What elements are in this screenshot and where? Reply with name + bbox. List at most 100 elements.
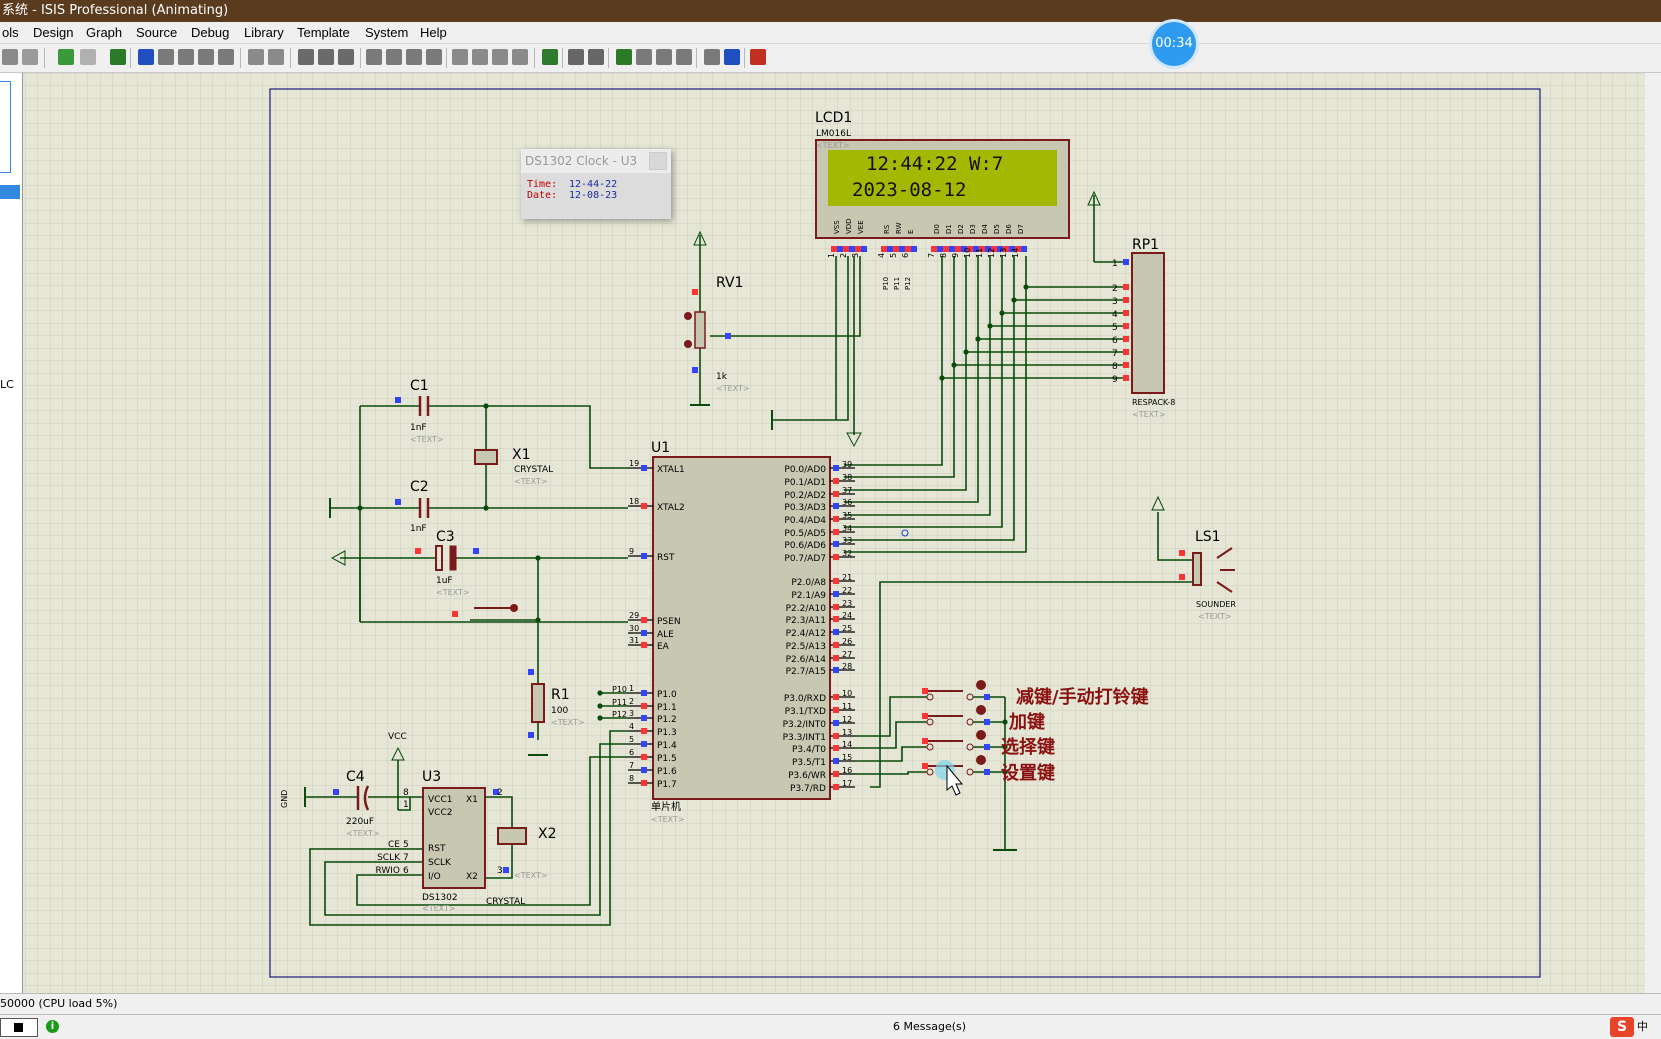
zoom-in-icon[interactable] (158, 49, 174, 65)
search-icon[interactable] (568, 49, 584, 65)
mcu-pin-name: P2.4/A12 (786, 629, 826, 639)
wire (844, 256, 1015, 541)
lcd-pin-number: 8 (939, 253, 948, 258)
junction-dot (535, 555, 541, 561)
wire (485, 844, 513, 879)
lcd-pin-number: 11 (975, 248, 984, 258)
menu-graph[interactable]: Graph (86, 22, 122, 43)
make-device-icon[interactable] (472, 49, 488, 65)
block-delete-icon[interactable] (426, 49, 442, 65)
junction-dot (1002, 744, 1008, 750)
bill-of-materials-icon[interactable] (704, 49, 720, 65)
mcu-pin-number: 31 (629, 636, 639, 645)
zoom-out-icon[interactable] (178, 49, 194, 65)
new-sheet-icon[interactable] (616, 49, 632, 65)
ds1302-popup[interactable]: DS1302 Clock - U3 Time: 12-44-22 Date: 12-… (521, 149, 671, 219)
block-rotate-icon[interactable] (406, 49, 422, 65)
key-terminal (926, 768, 934, 776)
ime-mode[interactable]: 中 (1637, 1015, 1648, 1039)
mcu-pin-name: P0.1/AD1 (784, 478, 826, 488)
schematic-canvas[interactable]: 12:44:22 W:72023-08-12LCD1LM016L<TEXT>VS… (0, 0, 1661, 1038)
popup-close-button[interactable] (649, 152, 667, 170)
electrical-rules-icon[interactable] (724, 49, 740, 65)
vertical-scrollbar[interactable] (1645, 73, 1661, 993)
remove-sheet-icon[interactable] (636, 49, 652, 65)
block-move-icon[interactable] (386, 49, 402, 65)
lcd-pin-name: VDD (845, 218, 853, 234)
block-copy-icon[interactable] (366, 49, 382, 65)
paste-icon[interactable] (338, 49, 354, 65)
stop-simulation-button[interactable] (0, 1018, 38, 1037)
origin-icon[interactable] (110, 49, 126, 65)
mcu-pin-net: P12 (612, 710, 627, 719)
lcd-pin-number: 5 (889, 253, 898, 258)
lcd-pin (961, 246, 967, 252)
u3-ref: U3 (422, 769, 441, 785)
redo-icon[interactable] (268, 49, 284, 65)
lcd-pin (899, 246, 905, 252)
mcu-pin-number: 2 (629, 697, 634, 706)
mcu-pin (833, 745, 839, 751)
mcu-pin-net: P11 (612, 698, 627, 707)
x2-ref: X2 (538, 826, 557, 842)
rp1-pin-number: 7 (1112, 349, 1118, 359)
lcd-pin-number: 10 (963, 248, 972, 258)
key-label-1: 加键 (1008, 711, 1045, 733)
u3-net-label: RWIO (375, 866, 400, 876)
pick-device-icon[interactable] (452, 49, 468, 65)
menu-help[interactable]: Help (420, 22, 447, 43)
copy-icon[interactable] (318, 49, 334, 65)
message-count[interactable]: 6 Message(s) (893, 1015, 966, 1039)
junction-dot (483, 505, 489, 511)
overview-window[interactable] (0, 81, 11, 173)
lcd-pin-number: 6 (901, 253, 910, 258)
decompose-icon[interactable] (512, 49, 528, 65)
junction-dot (1011, 297, 1017, 303)
selected-device-item[interactable] (0, 185, 20, 199)
junction-dot (535, 617, 541, 623)
info-icon[interactable]: i (46, 1020, 59, 1033)
wire (428, 405, 628, 469)
menu-template[interactable]: Template (297, 22, 350, 43)
ime-logo-icon[interactable]: S (1610, 1017, 1634, 1037)
junction-dot (963, 349, 969, 355)
mcu-pin-number: 39 (842, 460, 852, 469)
packaging-tool-icon[interactable] (492, 49, 508, 65)
recording-timer[interactable]: 00:34 (1152, 22, 1196, 66)
menu-design[interactable]: Design (33, 22, 73, 43)
mcu-pin (833, 720, 839, 726)
c3-symbol (435, 545, 443, 571)
gnd-label: GND (280, 790, 289, 808)
property-tool-icon[interactable] (588, 49, 604, 65)
print-area-icon[interactable] (22, 49, 38, 65)
cut-icon[interactable] (298, 49, 314, 65)
mcu-pin-name: P1.2 (657, 715, 677, 725)
wire-autorouter-icon[interactable] (542, 49, 558, 65)
undo-icon[interactable] (248, 49, 264, 65)
ares-icon[interactable] (750, 49, 766, 65)
menu-tools[interactable]: ols (2, 22, 19, 43)
c4-symbol (363, 785, 370, 811)
rv1-value: 1k (716, 372, 728, 382)
lcd-text-tag: <TEXT> (816, 141, 850, 150)
c3-text-tag: <TEXT> (436, 588, 470, 597)
pin-marker (692, 289, 698, 295)
mcu-pin-name: P1.4 (657, 741, 677, 751)
mcu-pin-number: 28 (842, 662, 852, 671)
menu-debug[interactable]: Debug (191, 22, 229, 43)
zoom-child-icon[interactable] (676, 49, 692, 65)
grid-icon[interactable] (80, 49, 96, 65)
refresh-icon[interactable] (58, 49, 74, 65)
print-icon[interactable] (2, 49, 18, 65)
menu-library[interactable]: Library (244, 22, 284, 43)
pan-icon[interactable] (138, 49, 154, 65)
goto-sheet-icon[interactable] (656, 49, 672, 65)
lcd-pin (991, 246, 997, 252)
lcd-pin-name: D6 (1005, 224, 1013, 234)
c1-value: 1nF (410, 423, 427, 433)
zoom-area-icon[interactable] (218, 49, 234, 65)
pin-marker (725, 333, 731, 339)
menu-system[interactable]: System (365, 22, 408, 43)
menu-source[interactable]: Source (136, 22, 177, 43)
zoom-all-icon[interactable] (198, 49, 214, 65)
